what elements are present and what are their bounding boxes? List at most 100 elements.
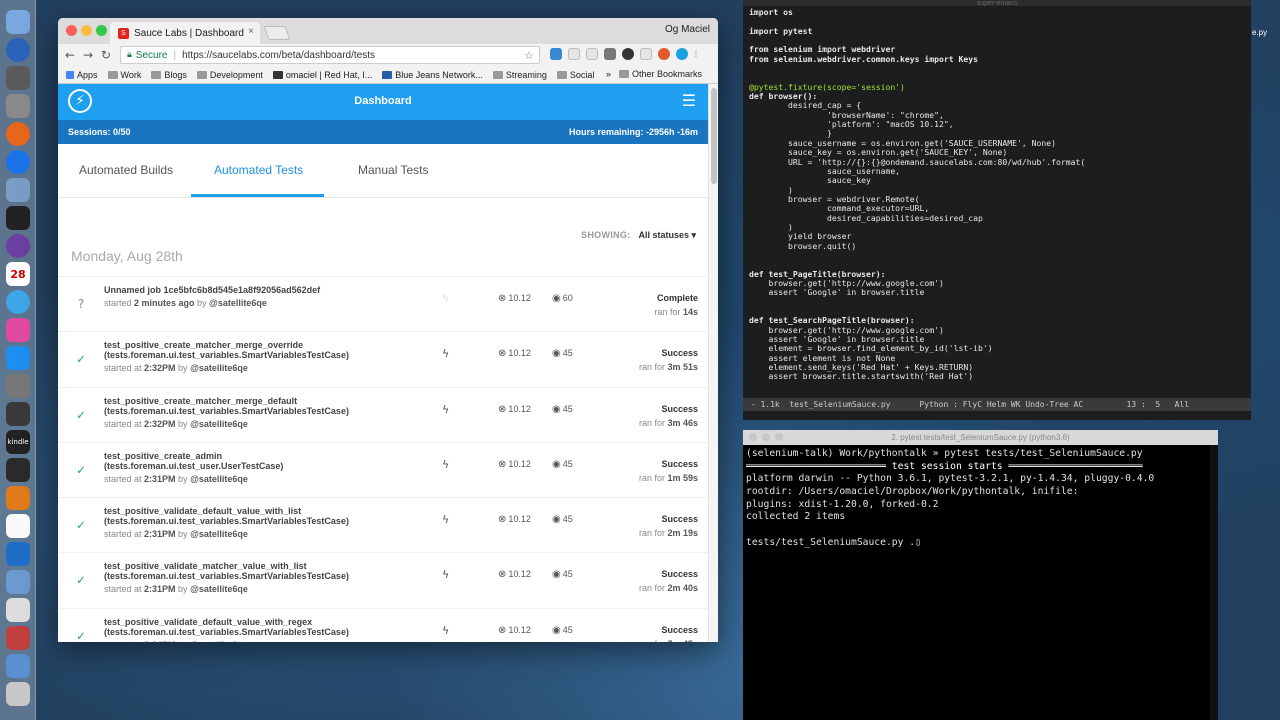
close-window-button[interactable] — [749, 433, 757, 441]
activity-icon[interactable] — [6, 458, 30, 482]
ibooks-icon[interactable] — [6, 486, 30, 510]
test-name[interactable]: test_positive_create_admin (tests.foreman… — [104, 451, 283, 471]
chrome-icon[interactable] — [6, 150, 30, 174]
bookmark-omaciel[interactable]: omaciel | Red Hat, I... — [272, 70, 372, 80]
zoom-window-button[interactable] — [96, 25, 107, 36]
user-link[interactable]: @satellite6qe — [190, 419, 248, 429]
more-bookmarks-chevron-icon[interactable]: » — [606, 69, 611, 79]
zoom-window-button[interactable] — [775, 433, 783, 441]
textedit-icon[interactable] — [6, 514, 30, 538]
hamburger-menu-icon[interactable]: ☰ — [682, 91, 696, 110]
emacs-icon[interactable] — [6, 234, 30, 258]
apps-grid-icon — [66, 70, 74, 79]
calendar-icon[interactable]: 28 — [6, 262, 30, 286]
download-icon[interactable] — [6, 654, 30, 678]
quicktime-icon[interactable] — [6, 402, 30, 426]
bookmark-blogs[interactable]: Blogs — [151, 70, 187, 80]
tab-automated-builds[interactable]: Automated Builds — [79, 163, 173, 177]
user-link[interactable]: @satellite6qe — [190, 363, 248, 373]
forward-icon[interactable]: → — [79, 48, 97, 62]
test-name[interactable]: Unnamed job 1ce5bfc6b8d545e1a8f92056ad56… — [104, 285, 320, 295]
firefox-icon: ◉ — [552, 624, 561, 636]
extension-3-icon[interactable] — [586, 48, 598, 60]
extension-2-icon[interactable] — [568, 48, 580, 60]
status-filter[interactable]: SHOWING: All statuses ▾ — [581, 230, 696, 241]
test-name[interactable]: test_positive_create_matcher_merge_overr… — [104, 340, 349, 360]
status-filter-dropdown[interactable]: All statuses ▾ — [638, 230, 696, 240]
finder-icon[interactable] — [6, 10, 30, 34]
back-icon[interactable]: ← — [61, 48, 79, 62]
showing-label: SHOWING: — [581, 230, 631, 240]
test-row[interactable]: ✓ test_positive_create_matcher_merge_defa… — [58, 388, 708, 443]
test-name[interactable]: test_positive_validate_default_value_wit… — [104, 506, 349, 526]
document-icon[interactable] — [6, 598, 30, 622]
tab-sauce-dashboard[interactable]: S Sauce Labs | Dashboard × — [110, 22, 260, 44]
messages-icon[interactable] — [6, 290, 30, 314]
menu-dots-icon[interactable]: ⋮ — [692, 48, 700, 60]
extension-4-icon[interactable] — [604, 48, 616, 60]
address-bar[interactable]: 🔒︎ Secure | https://saucelabs.com/beta/d… — [120, 46, 540, 64]
bookmark-social[interactable]: Social — [556, 70, 594, 80]
launchpad-icon[interactable] — [6, 66, 30, 90]
os-version-text: 10.12 — [508, 514, 531, 525]
user-link[interactable]: @satellite6qe — [209, 298, 267, 308]
extension-8-icon[interactable] — [676, 48, 688, 60]
close-window-button[interactable] — [66, 25, 77, 36]
scrollbar-thumb[interactable] — [711, 88, 717, 184]
test-row[interactable]: ✓ test_positive_validate_default_value_wi… — [58, 498, 708, 554]
other-bookmarks[interactable]: » Other Bookmarks — [606, 69, 702, 79]
itunes-icon[interactable] — [6, 318, 30, 342]
tab-manual-tests[interactable]: Manual Tests — [358, 163, 428, 177]
terminal-icon[interactable] — [6, 206, 30, 230]
emacs-modeline: - 1.1k test_SeleniumSauce.py Python : Fl… — [743, 398, 1251, 411]
bookmark-work[interactable]: Work — [107, 70, 141, 80]
bookmark-streaming[interactable]: Streaming — [492, 70, 547, 80]
user-link[interactable]: @satellite6qe — [190, 640, 248, 642]
appstore-icon[interactable] — [6, 346, 30, 370]
test-row[interactable]: ✓ test_positive_create_admin (tests.forema… — [58, 443, 708, 499]
page-scrollbar[interactable] — [708, 84, 718, 642]
code-editor[interactable]: import os import pytest from selenium impo… — [749, 7, 1085, 382]
user-link[interactable]: @satellite6qe — [190, 474, 248, 484]
extension-6-icon[interactable] — [640, 48, 652, 60]
test-row[interactable]: ✓ test_positive_create_matcher_merge_over… — [58, 332, 708, 388]
test-row[interactable]: ✓ test_positive_validate_default_value_wi… — [58, 609, 708, 642]
folder-icon[interactable] — [6, 570, 30, 594]
siri-icon[interactable] — [6, 38, 30, 62]
rocket-icon[interactable] — [6, 94, 30, 118]
new-tab-button[interactable] — [263, 26, 291, 40]
test-row[interactable]: ? Unnamed job 1ce5bfc6b8d545e1a8f92056ad5… — [58, 277, 708, 333]
terminal-line: tests/test_SeleniumSauce.py .▯ — [746, 536, 921, 548]
reload-icon[interactable]: ↻ — [97, 48, 115, 62]
minimize-window-button[interactable] — [81, 25, 92, 36]
terminal-output[interactable]: (selenium-talk) Work/pythontalk » pytest… — [746, 448, 1154, 550]
user-link[interactable]: @satellite6qe — [190, 584, 248, 594]
test-row[interactable]: ✓ test_positive_validate_matcher_value_wi… — [58, 553, 708, 609]
tab-automated-tests[interactable]: Automated Tests — [214, 163, 303, 177]
bookmark-star-icon[interactable]: ☆ — [524, 49, 534, 62]
trash-icon[interactable] — [6, 682, 30, 706]
bookmark-bluejeans[interactable]: Blue Jeans Network... — [382, 70, 483, 80]
firefox-icon[interactable] — [6, 122, 30, 146]
profile-name[interactable]: Og Maciel — [665, 24, 710, 35]
extension-1-icon[interactable] — [550, 48, 562, 60]
tab-close-icon[interactable]: × — [248, 26, 254, 37]
test-name[interactable]: test_positive_validate_matcher_value_wit… — [104, 561, 349, 581]
minimize-window-button[interactable] — [762, 433, 770, 441]
ran-prefix: ran for — [639, 639, 668, 642]
test-name[interactable]: test_positive_create_matcher_merge_defau… — [104, 396, 349, 416]
omnibox-divider: | — [173, 49, 177, 61]
extension-7-icon[interactable] — [658, 48, 670, 60]
preview-icon[interactable] — [6, 178, 30, 202]
code-line: assert browser.title.startswith('Red Hat… — [749, 371, 974, 382]
terminal-scrollbar[interactable] — [1210, 445, 1218, 720]
bookmark-development[interactable]: Development — [196, 70, 263, 80]
test-name[interactable]: test_positive_validate_default_value_wit… — [104, 617, 349, 637]
photos-icon[interactable] — [6, 626, 30, 650]
scanner-icon[interactable] — [6, 542, 30, 566]
user-link[interactable]: @satellite6qe — [190, 529, 248, 539]
extension-5-icon[interactable] — [622, 48, 634, 60]
settings-icon[interactable] — [6, 374, 30, 398]
kindle-icon[interactable]: kindle — [6, 430, 30, 454]
bookmark-apps[interactable]: Apps — [66, 70, 98, 80]
